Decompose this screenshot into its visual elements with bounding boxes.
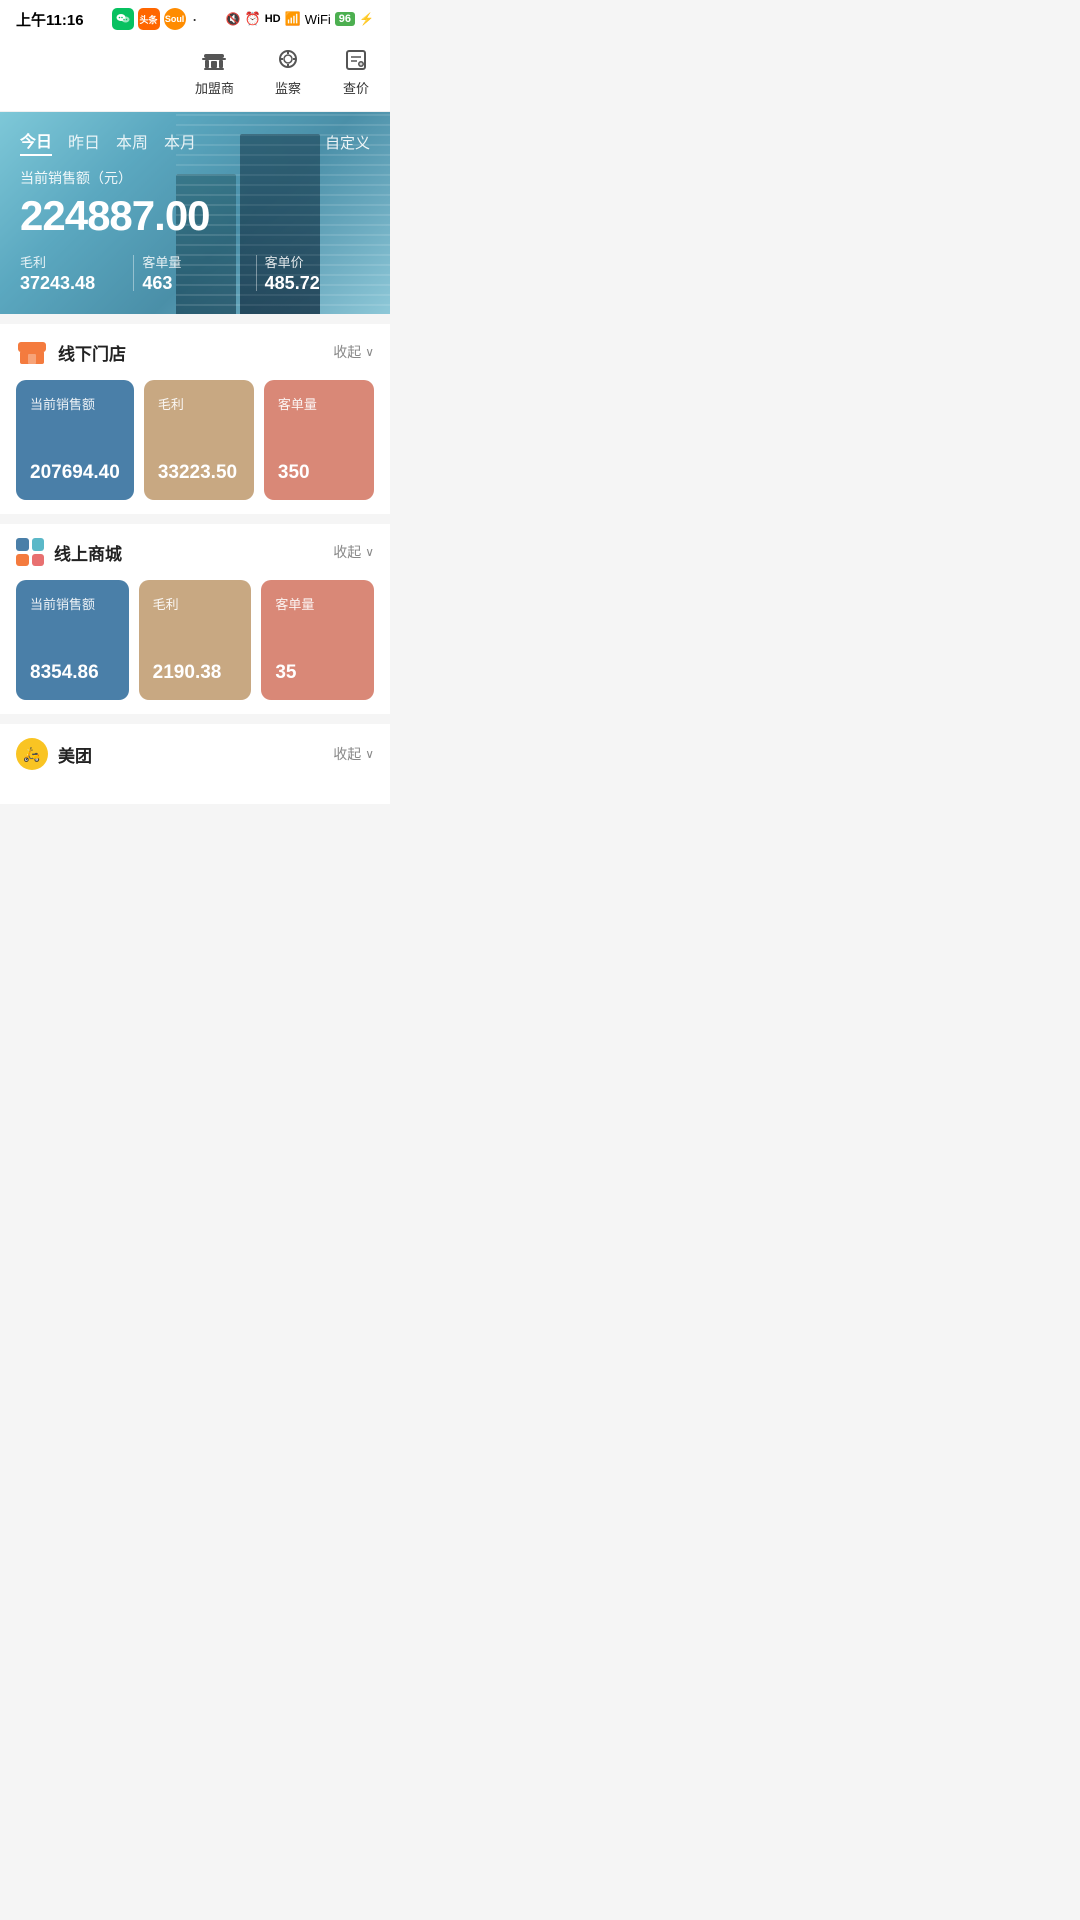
stats-row: 毛利 37243.48 客单量 463 客单价 485.72 <box>20 252 370 294</box>
customer-count-label: 客单量 <box>142 252 247 271</box>
online-sales-value: 8354.86 <box>30 662 115 684</box>
meituan-section-header: 🛵 美团 收起 ∨ <box>16 738 374 770</box>
meituan-section-title: 美团 <box>58 742 92 767</box>
online-section-title: 线上商城 <box>54 540 122 565</box>
online-mall-section: 线上商城 收起 ∨ 当前销售额 8354.86 毛利 2190.38 客单量 3… <box>0 524 390 714</box>
online-count-value: 35 <box>275 662 360 684</box>
offline-sales-label: 当前销售额 <box>30 394 120 413</box>
offline-gross-value: 33223.50 <box>158 462 240 484</box>
meituan-icon: 🛵 <box>16 738 48 770</box>
franchise-icon <box>200 46 228 74</box>
mute-icon: 🔇 <box>226 12 241 26</box>
meituan-collapse-button[interactable]: 收起 ∨ <box>333 744 374 764</box>
price-icon <box>342 46 370 74</box>
tab-yesterday[interactable]: 昨日 <box>68 129 100 155</box>
charging-icon: ⚡ <box>359 12 374 26</box>
online-card-count: 客单量 35 <box>261 580 374 700</box>
offline-chevron-icon: ∨ <box>365 345 374 359</box>
online-collapse-label: 收起 <box>333 542 361 562</box>
offline-store-icon <box>16 338 48 366</box>
nav-item-monitor[interactable]: 监察 <box>254 42 322 101</box>
status-bar: 上午11:16 头条 Soul · 🔇 ⏰ HD 📶 WiFi 96 ⚡ <box>0 0 390 34</box>
meituan-title-wrap: 🛵 美团 <box>16 738 92 770</box>
online-card-gross: 毛利 2190.38 <box>139 580 252 700</box>
nav-item-franchise[interactable]: 加盟商 <box>175 42 254 101</box>
offline-sales-value: 207694.40 <box>30 462 120 484</box>
hero-banner: 今日 昨日 本周 本月 自定义 当前销售额（元） 224887.00 毛利 37… <box>0 112 390 314</box>
online-gross-value: 2190.38 <box>153 662 238 684</box>
toutiao-icon: 头条 <box>138 8 160 30</box>
gross-profit-label: 毛利 <box>20 252 125 271</box>
stat-customer-count: 客单量 463 <box>142 252 247 294</box>
wechat-icon <box>112 8 134 30</box>
online-sales-label: 当前销售额 <box>30 594 115 613</box>
monitor-icon <box>274 46 302 74</box>
signal-hd-icon: HD <box>265 13 281 25</box>
offline-collapse-button[interactable]: 收起 ∨ <box>333 342 374 362</box>
signal-bars-icon: 📶 <box>285 11 301 27</box>
offline-collapse-label: 收起 <box>333 342 361 362</box>
bottom-spacer <box>0 804 390 824</box>
alarm-icon: ⏰ <box>245 11 261 27</box>
online-count-label: 客单量 <box>275 594 360 613</box>
nav-item-price[interactable]: 查价 <box>322 42 390 101</box>
offline-title-wrap: 线下门店 <box>16 338 126 366</box>
tab-this-month[interactable]: 本月 <box>164 129 196 155</box>
customer-count-value: 463 <box>142 273 247 294</box>
status-time: 上午11:16 <box>16 9 84 30</box>
offline-gross-label: 毛利 <box>158 394 240 413</box>
online-title-wrap: 线上商城 <box>16 538 122 566</box>
offline-count-label: 客单量 <box>278 394 360 413</box>
gross-profit-value: 37243.48 <box>20 273 125 294</box>
app-icons: 头条 Soul · <box>112 8 198 30</box>
offline-section-header: 线下门店 收起 ∨ <box>16 338 374 366</box>
franchise-label: 加盟商 <box>195 78 234 97</box>
tab-today[interactable]: 今日 <box>20 128 52 156</box>
offline-cards-grid: 当前销售额 207694.40 毛利 33223.50 客单量 350 <box>16 380 374 500</box>
sales-amount: 224887.00 <box>20 192 370 240</box>
sales-label: 当前销售额（元） <box>20 168 370 188</box>
online-mall-icon <box>16 538 44 566</box>
top-navigation: 加盟商 监察 查价 <box>0 34 390 112</box>
monitor-label: 监察 <box>275 78 301 97</box>
offline-count-value: 350 <box>278 462 360 484</box>
custom-date-button[interactable]: 自定义 <box>325 132 370 153</box>
battery-icon: 96 <box>335 12 355 26</box>
avg-order-value: 485.72 <box>265 273 370 294</box>
offline-card-gross: 毛利 33223.50 <box>144 380 254 500</box>
wifi-icon: WiFi <box>305 12 331 27</box>
meituan-section: 🛵 美团 收起 ∨ <box>0 724 390 804</box>
meituan-collapse-label: 收起 <box>333 744 361 764</box>
system-icons: 🔇 ⏰ HD 📶 WiFi 96 ⚡ <box>226 11 374 27</box>
stat-divider-1 <box>133 255 134 291</box>
online-chevron-icon: ∨ <box>365 545 374 559</box>
soul-icon: Soul <box>164 8 186 30</box>
stat-avg-order: 客单价 485.72 <box>265 252 370 294</box>
offline-section-title: 线下门店 <box>58 340 126 365</box>
avg-order-label: 客单价 <box>265 252 370 271</box>
price-label: 查价 <box>343 78 369 97</box>
notification-dot: · <box>192 9 198 30</box>
stat-gross-profit: 毛利 37243.48 <box>20 252 125 294</box>
online-card-sales: 当前销售额 8354.86 <box>16 580 129 700</box>
online-section-header: 线上商城 收起 ∨ <box>16 538 374 566</box>
date-tabs: 今日 昨日 本周 本月 自定义 <box>20 128 370 156</box>
tab-this-week[interactable]: 本周 <box>116 129 148 155</box>
online-collapse-button[interactable]: 收起 ∨ <box>333 542 374 562</box>
online-cards-grid: 当前销售额 8354.86 毛利 2190.38 客单量 35 <box>16 580 374 700</box>
stat-divider-2 <box>256 255 257 291</box>
offline-card-sales: 当前销售额 207694.40 <box>16 380 134 500</box>
offline-store-section: 线下门店 收起 ∨ 当前销售额 207694.40 毛利 33223.50 客单… <box>0 324 390 514</box>
offline-card-count: 客单量 350 <box>264 380 374 500</box>
online-gross-label: 毛利 <box>153 594 238 613</box>
meituan-chevron-icon: ∨ <box>365 747 374 761</box>
